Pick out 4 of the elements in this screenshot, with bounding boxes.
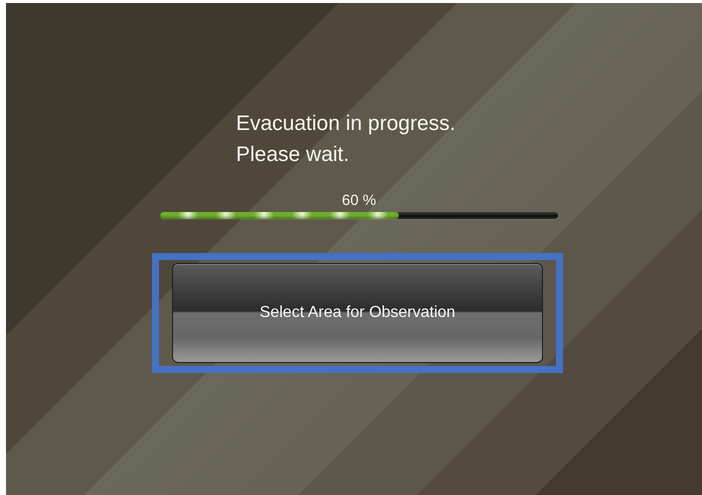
- status-message: Please wait.: [236, 142, 350, 168]
- progress-reading: 60 %: [342, 192, 376, 210]
- select-area-button[interactable]: Select Area for Observation: [172, 263, 543, 363]
- status-message: Evacuation in progress.: [236, 111, 456, 137]
